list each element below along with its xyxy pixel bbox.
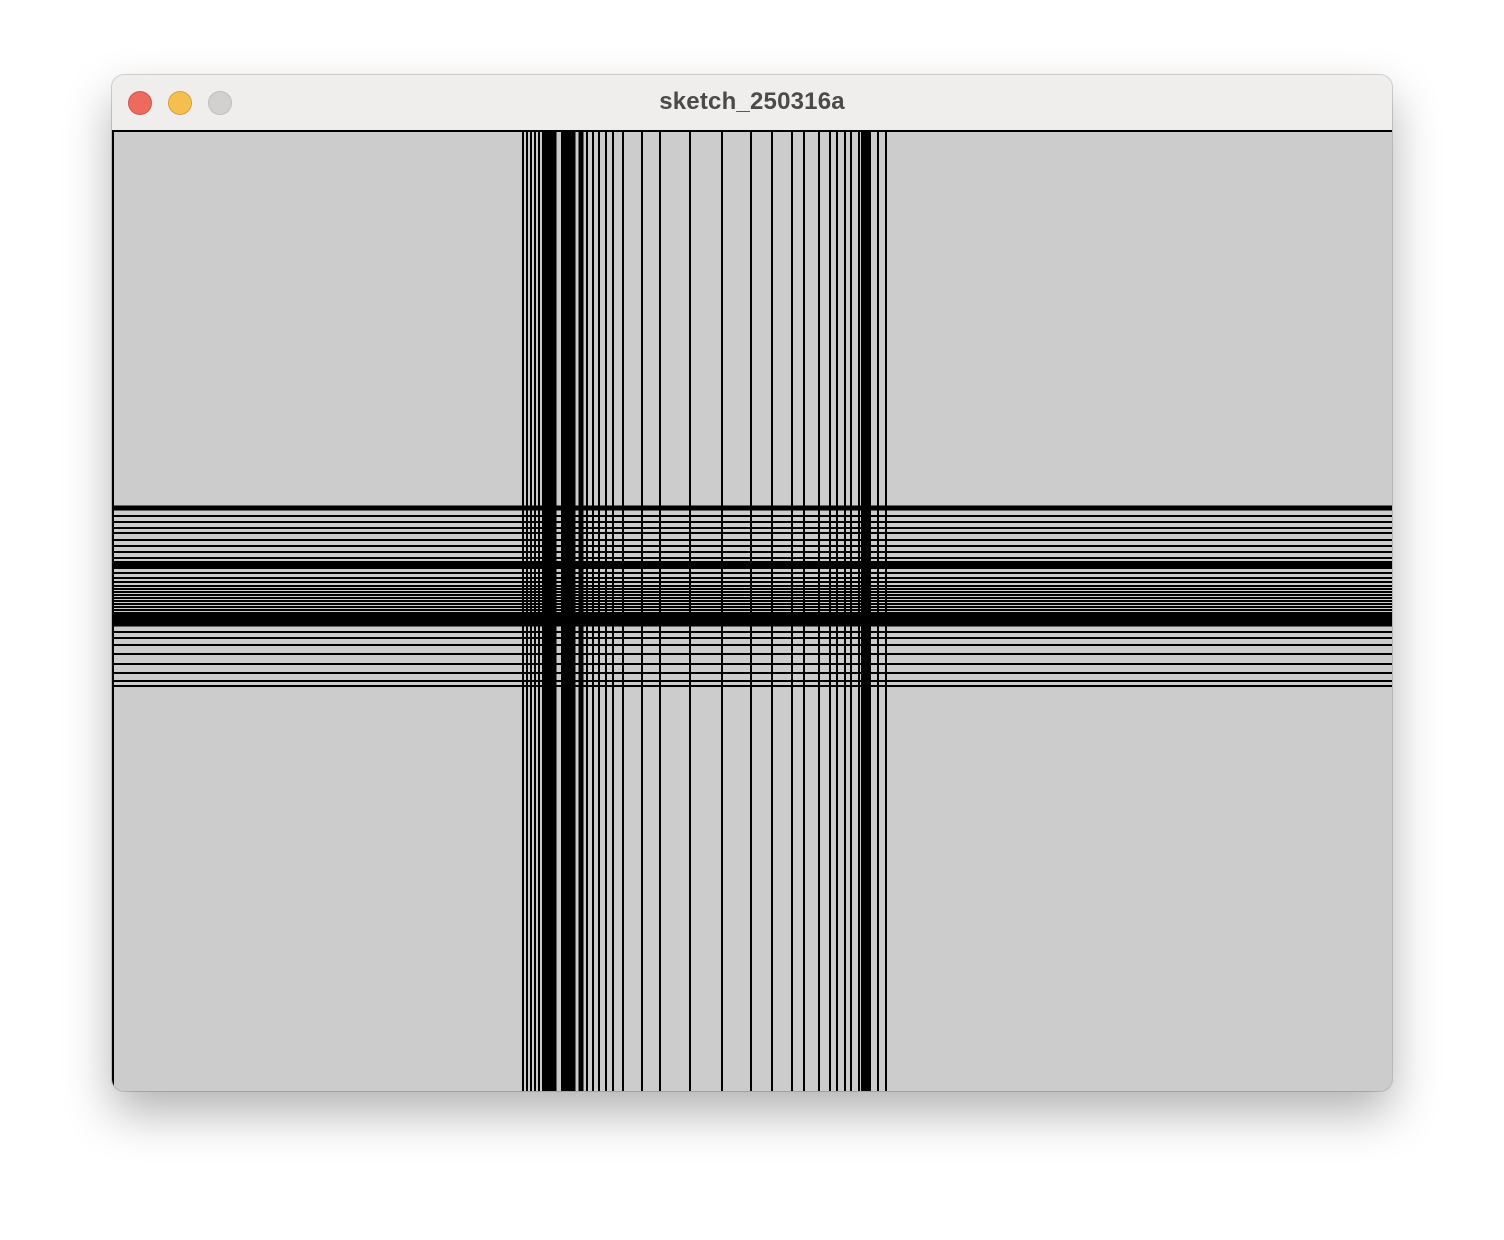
- horizontal-line: [114, 585, 1392, 587]
- vertical-line: [803, 132, 805, 1091]
- horizontal-line: [114, 581, 1392, 583]
- horizontal-line: [114, 603, 1392, 605]
- horizontal-line: [114, 653, 1392, 655]
- vertical-line: [534, 132, 536, 1091]
- horizontal-line: [114, 532, 1392, 534]
- vertical-line: [858, 132, 860, 1091]
- horizontal-line: [114, 600, 1392, 602]
- vertical-line: [562, 132, 576, 1091]
- horizontal-line: [114, 527, 1392, 529]
- vertical-line: [592, 132, 594, 1091]
- horizontal-line: [114, 680, 1392, 682]
- title-bar[interactable]: sketch_250316a: [112, 75, 1392, 132]
- horizontal-line: [114, 551, 1392, 553]
- vertical-line: [526, 132, 528, 1091]
- horizontal-line: [114, 606, 1392, 608]
- horizontal-line: [114, 597, 1392, 599]
- vertical-line: [543, 132, 557, 1091]
- horizontal-line: [114, 631, 1392, 633]
- horizontal-line: [114, 515, 1392, 517]
- horizontal-lines: [114, 505, 1392, 687]
- vertical-line: [598, 132, 600, 1091]
- horizontal-line: [114, 545, 1392, 547]
- vertical-line: [750, 132, 752, 1091]
- vertical-lines: [522, 132, 887, 1091]
- horizontal-line: [114, 644, 1392, 646]
- vertical-line: [578, 132, 584, 1091]
- vertical-line: [885, 132, 887, 1091]
- horizontal-line: [114, 505, 1392, 511]
- horizontal-line: [114, 609, 1392, 611]
- vertical-line: [605, 132, 607, 1091]
- horizontal-line: [114, 521, 1392, 523]
- vertical-line: [659, 132, 661, 1091]
- vertical-line: [641, 132, 643, 1091]
- vertical-line: [522, 132, 524, 1091]
- vertical-line: [877, 132, 879, 1091]
- vertical-line: [829, 132, 831, 1091]
- vertical-line: [850, 132, 852, 1091]
- app-window: sketch_250316a: [112, 75, 1392, 1091]
- vertical-line: [836, 132, 838, 1091]
- horizontal-line: [114, 613, 1392, 627]
- horizontal-line: [114, 539, 1392, 541]
- sketch-canvas[interactable]: [112, 132, 1392, 1091]
- vertical-line: [791, 132, 793, 1091]
- vertical-line: [721, 132, 723, 1091]
- vertical-line: [612, 132, 614, 1091]
- sketch-drawing: [114, 132, 1392, 1091]
- horizontal-line: [114, 594, 1392, 596]
- horizontal-line: [114, 672, 1392, 674]
- vertical-line: [818, 132, 820, 1091]
- vertical-line: [530, 132, 532, 1091]
- horizontal-line: [114, 557, 1392, 559]
- horizontal-line: [114, 685, 1392, 687]
- vertical-line: [844, 132, 846, 1091]
- vertical-line: [622, 132, 624, 1091]
- horizontal-line: [114, 588, 1392, 590]
- window-title: sketch_250316a: [659, 88, 845, 115]
- horizontal-line: [114, 637, 1392, 639]
- horizontal-line: [114, 577, 1392, 579]
- horizontal-line: [114, 561, 1392, 569]
- vertical-line: [586, 132, 588, 1091]
- horizontal-line: [114, 591, 1392, 593]
- vertical-line: [538, 132, 540, 1091]
- vertical-line: [861, 132, 871, 1091]
- horizontal-line: [114, 572, 1392, 574]
- horizontal-line: [114, 663, 1392, 665]
- vertical-line: [771, 132, 773, 1091]
- vertical-line: [689, 132, 691, 1091]
